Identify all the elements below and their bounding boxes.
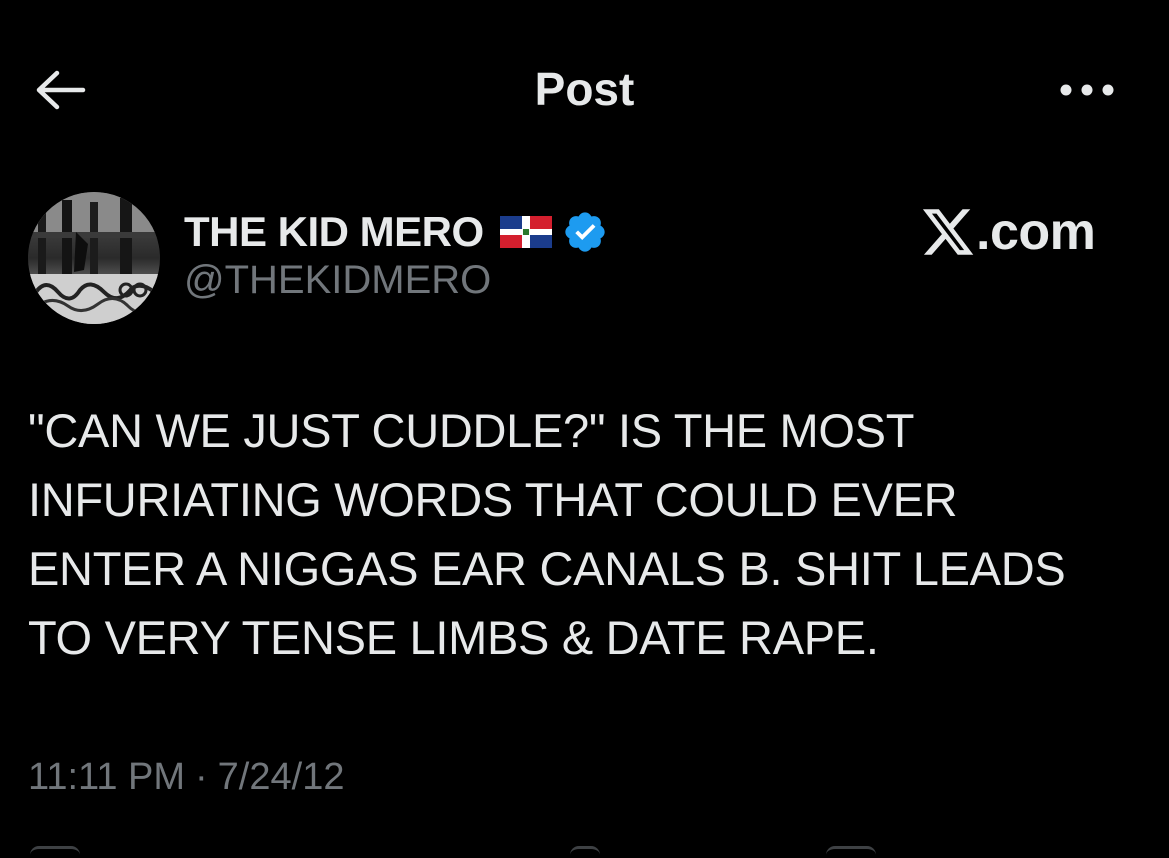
author-avatar[interactable] — [28, 192, 160, 324]
x-logo-icon — [922, 209, 974, 255]
xcom-watermark: .com — [920, 200, 1120, 264]
action-bar-edge — [0, 846, 1169, 858]
bookmark-icon[interactable] — [826, 846, 876, 855]
more-horizontal-icon — [1060, 84, 1114, 96]
author-name[interactable]: THE KID MERO — [184, 208, 484, 256]
verified-badge-icon — [562, 209, 608, 255]
tweet-time[interactable]: 11:11 PM — [28, 756, 185, 799]
watermark-text: .com — [976, 203, 1096, 261]
like-icon[interactable] — [570, 846, 600, 855]
author-handle[interactable]: @THEKIDMERO — [184, 258, 491, 303]
tweet-meta: 11:11 PM · 7/24/12 — [28, 756, 344, 799]
tweet-text: "CAN WE JUST CUDDLE?" IS THE MOST INFURI… — [28, 404, 1066, 664]
dominican-republic-flag-icon — [499, 216, 552, 248]
author-name-row: THE KID MERO — [184, 204, 608, 260]
avatar-image — [28, 192, 160, 324]
reply-icon[interactable] — [30, 846, 80, 855]
meta-separator: · — [195, 756, 208, 798]
tweet-date[interactable]: 7/24/12 — [218, 756, 345, 799]
top-bar: Post — [0, 0, 1169, 180]
more-options-button[interactable] — [1050, 66, 1124, 114]
arrow-left-icon — [36, 70, 86, 110]
page-title: Post — [534, 63, 635, 115]
back-button[interactable] — [28, 62, 92, 118]
